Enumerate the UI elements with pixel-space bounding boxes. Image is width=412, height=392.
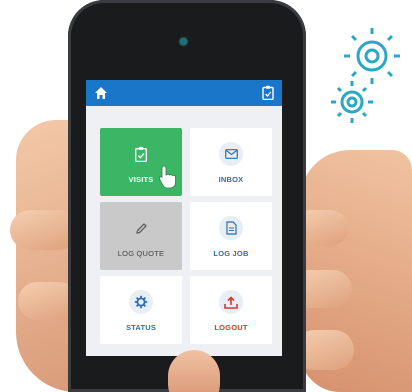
clipboard-check-icon[interactable] [262,85,274,100]
photo-scene: VISITS INBOX LOG QUOTE LOG JOB STATUS LO… [0,0,412,392]
inbox-tile[interactable]: INBOX [190,128,272,196]
gears-icon [331,28,400,123]
visits-tile[interactable]: VISITS [100,128,182,196]
logout-tile[interactable]: LOGOUT [190,276,272,344]
log-job-tile[interactable]: LOG JOB [190,202,272,270]
document-icon [219,216,243,240]
clipboard-check-icon [129,142,153,166]
camera-dot [180,38,187,45]
hand-pointer-icon [158,165,176,189]
app-screen: VISITS INBOX LOG QUOTE LOG JOB STATUS LO… [86,80,282,356]
pencil-icon [129,216,153,240]
home-icon[interactable] [94,86,108,100]
logout-label: LOGOUT [214,323,248,332]
inbox-label: INBOX [218,175,244,184]
status-label: STATUS [125,323,157,332]
gear-icon [129,290,153,314]
visits-label: VISITS [128,175,154,184]
logout-upload-icon [219,290,243,314]
log-job-label: LOG JOB [213,249,249,258]
log-quote-tile[interactable]: LOG QUOTE [100,202,182,270]
log-quote-label: LOG QUOTE [117,249,165,258]
status-tile[interactable]: STATUS [100,276,182,344]
top-bar [86,80,282,106]
envelope-icon [219,142,243,166]
